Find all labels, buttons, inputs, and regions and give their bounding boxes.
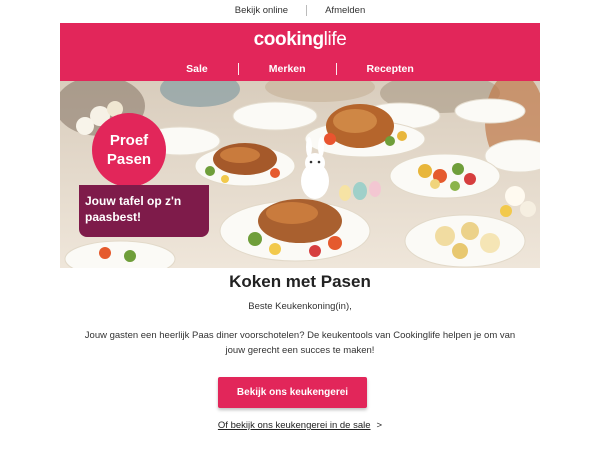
proef-pasen-badge: Proef Pasen: [92, 113, 166, 187]
page-title: Koken met Pasen: [229, 272, 371, 291]
top-utility-bar: Bekijk online Afmelden: [0, 0, 600, 20]
cookinglife-logo[interactable]: cookinglife: [60, 29, 540, 51]
badge-line-1: Proef: [109, 132, 149, 149]
nav-item-recepten[interactable]: Recepten: [337, 63, 444, 75]
badge-line-2: Pasen: [106, 151, 152, 168]
logo-light-text: life: [323, 29, 347, 50]
greeting-text: Beste Keukenkoning(in),: [248, 301, 352, 312]
intro-paragraph: Jouw gasten een heerlijk Paas diner voor…: [65, 328, 535, 358]
sale-link-row: Of bekijk ons keukengerei in de sale >: [0, 420, 600, 431]
nav-item-merken[interactable]: Merken: [239, 63, 336, 75]
cta-button-kitchenware[interactable]: Bekijk ons keukengerei: [218, 377, 367, 408]
nav-item-sale[interactable]: Sale: [156, 63, 238, 75]
view-online-link[interactable]: Bekijk online: [217, 5, 306, 16]
brand-header: cookinglife Sale Merken Recepten: [60, 23, 540, 81]
unsubscribe-link[interactable]: Afmelden: [307, 5, 383, 16]
intro-line-2: jouw gerecht een succes te maken!: [225, 345, 375, 356]
hero-tagline-box: Jouw tafel op z'n paasbest!: [79, 185, 209, 237]
main-nav: Sale Merken Recepten: [60, 62, 540, 76]
nav-divider: [237, 63, 239, 75]
logo-bold-text: cooking: [253, 29, 324, 50]
intro-line-1: Jouw gasten een heerlijk Paas diner voor…: [84, 330, 516, 341]
tagline-line-2: paasbest!: [85, 210, 142, 224]
nav-divider: [335, 63, 337, 75]
chevron-right-icon: >: [376, 420, 383, 431]
tagline-line-1: Jouw tafel op z'n: [85, 194, 182, 208]
sale-link[interactable]: Of bekijk ons keukengerei in de sale: [218, 420, 371, 431]
